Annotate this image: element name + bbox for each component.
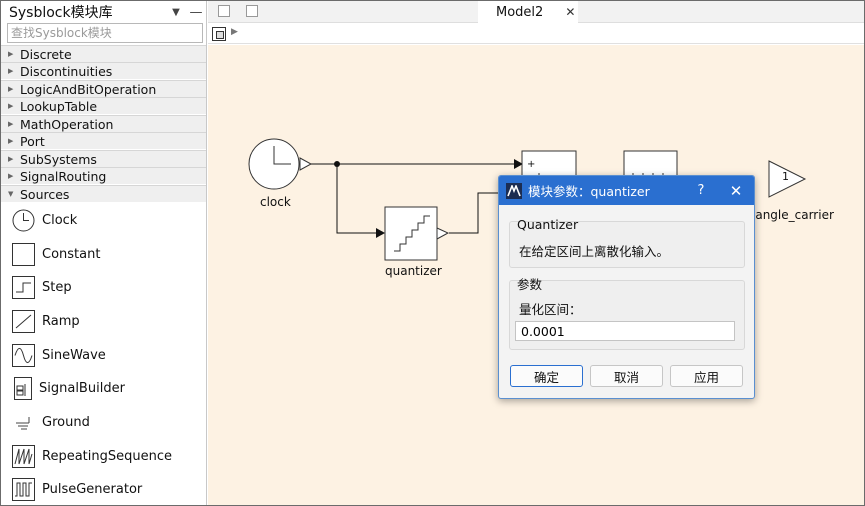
block-parameters-dialog: 模块参数：quantizer ? ✕ Quantizer 在给定区间上离散化输入…: [498, 175, 755, 399]
library-block-sinewave[interactable]: SineWave: [1, 338, 206, 372]
library-block-constant[interactable]: Constant: [1, 237, 206, 271]
category-discontinuities[interactable]: ▶ Discontinuities: [1, 62, 206, 79]
library-block-ground[interactable]: Ground: [1, 405, 206, 439]
expand-arrow-icon: ▶: [8, 85, 14, 93]
category-signalrouting[interactable]: ▶ SignalRouting: [1, 167, 206, 184]
expand-arrow-icon: ▶: [8, 172, 14, 180]
sinewave-icon: [12, 343, 35, 367]
branch-point: [334, 161, 340, 167]
collapse-arrow-icon: ▼: [8, 190, 14, 198]
close-icon[interactable]: ✕: [718, 182, 754, 200]
repeating-sequence-icon: [12, 444, 35, 468]
ground-icon: [12, 410, 35, 434]
library-block-repeating-sequence[interactable]: RepeatingSequence: [1, 439, 206, 473]
signalbuilder-icon: [14, 376, 32, 400]
category-discrete[interactable]: ▶ Discrete: [1, 45, 206, 62]
category-mathoperation[interactable]: ▶ MathOperation: [1, 115, 206, 132]
panel-menu-icon[interactable]: ▼: [166, 7, 186, 18]
library-block-pulse-generator[interactable]: PulseGenerator: [1, 472, 206, 505]
block-label-clock: clock: [260, 195, 291, 209]
port-number: 1: [782, 170, 789, 183]
sum-sign: +: [527, 159, 536, 170]
clock-icon: [12, 208, 35, 232]
group-label-params: 参数: [517, 277, 543, 292]
expand-arrow-icon: ▶: [8, 120, 14, 128]
library-block-ramp[interactable]: Ramp: [1, 304, 206, 338]
tab-model2[interactable]: Model2 ✕: [478, 1, 578, 23]
breadcrumb: ▶: [208, 24, 864, 44]
category-logic[interactable]: ▶ LogicAndBitOperation: [1, 80, 206, 97]
diagram-block-clock[interactable]: [248, 138, 313, 190]
quantization-interval-input[interactable]: [515, 321, 735, 341]
library-block-step[interactable]: Step: [1, 270, 206, 304]
group-label-quantizer: Quantizer: [517, 217, 579, 232]
category-port[interactable]: ▶ Port: [1, 132, 206, 149]
arrow-head: [376, 228, 385, 238]
block-label-quantizer: quantizer: [385, 264, 442, 278]
ok-button[interactable]: 确定: [510, 365, 583, 387]
block-description: 在给定区间上离散化输入。: [519, 244, 670, 259]
tab-bar: Model2 ✕: [208, 1, 864, 23]
category-sources[interactable]: ▼ Sources: [1, 185, 206, 202]
app-logo-icon: [506, 182, 522, 199]
library-block-signalbuilder[interactable]: SignalBuilder: [1, 371, 206, 405]
library-block-clock[interactable]: Clock: [1, 203, 206, 237]
expand-arrow-icon: ▶: [8, 155, 14, 163]
minimize-icon[interactable]: —: [186, 5, 206, 20]
window-icon[interactable]: [218, 5, 230, 17]
category-subsystems[interactable]: ▶ SubSystems: [1, 150, 206, 167]
expand-arrow-icon: ▶: [8, 67, 14, 75]
library-title: Sysblock模块库: [9, 5, 113, 21]
library-panel: Sysblock模块库 ▼ — ▶Discrete ▶Discontinuiti…: [1, 1, 207, 505]
param-label-interval: 量化区间：: [519, 302, 582, 317]
help-icon[interactable]: ?: [684, 183, 718, 198]
expand-arrow-icon: ▶: [8, 50, 14, 58]
tab-close-icon[interactable]: ✕: [565, 5, 575, 19]
library-search-input[interactable]: [7, 23, 203, 43]
dialog-title: 模块参数：quantizer: [528, 184, 650, 199]
breadcrumb-arrow-icon: ▶: [231, 27, 238, 37]
pulse-generator-icon: [12, 477, 35, 501]
restore-icon[interactable]: [246, 5, 258, 17]
block-label-carrier: iangle_carrier: [752, 208, 834, 222]
category-lookuptable[interactable]: ▶ LookupTable: [1, 97, 206, 114]
app-window: Sysblock模块库 ▼ — ▶Discrete ▶Discontinuiti…: [0, 0, 865, 506]
dialog-titlebar[interactable]: 模块参数：quantizer ? ✕: [499, 176, 754, 205]
ramp-icon: [12, 309, 35, 333]
constant-icon: [12, 242, 35, 266]
expand-arrow-icon: ▶: [8, 137, 14, 145]
library-header: Sysblock模块库 ▼ —: [1, 1, 206, 23]
step-icon: [12, 275, 35, 299]
expand-arrow-icon: ▶: [8, 102, 14, 110]
cancel-button[interactable]: 取消: [590, 365, 663, 387]
apply-button[interactable]: 应用: [670, 365, 743, 387]
model-icon[interactable]: [212, 27, 226, 41]
diagram-block-quantizer[interactable]: [384, 206, 450, 261]
